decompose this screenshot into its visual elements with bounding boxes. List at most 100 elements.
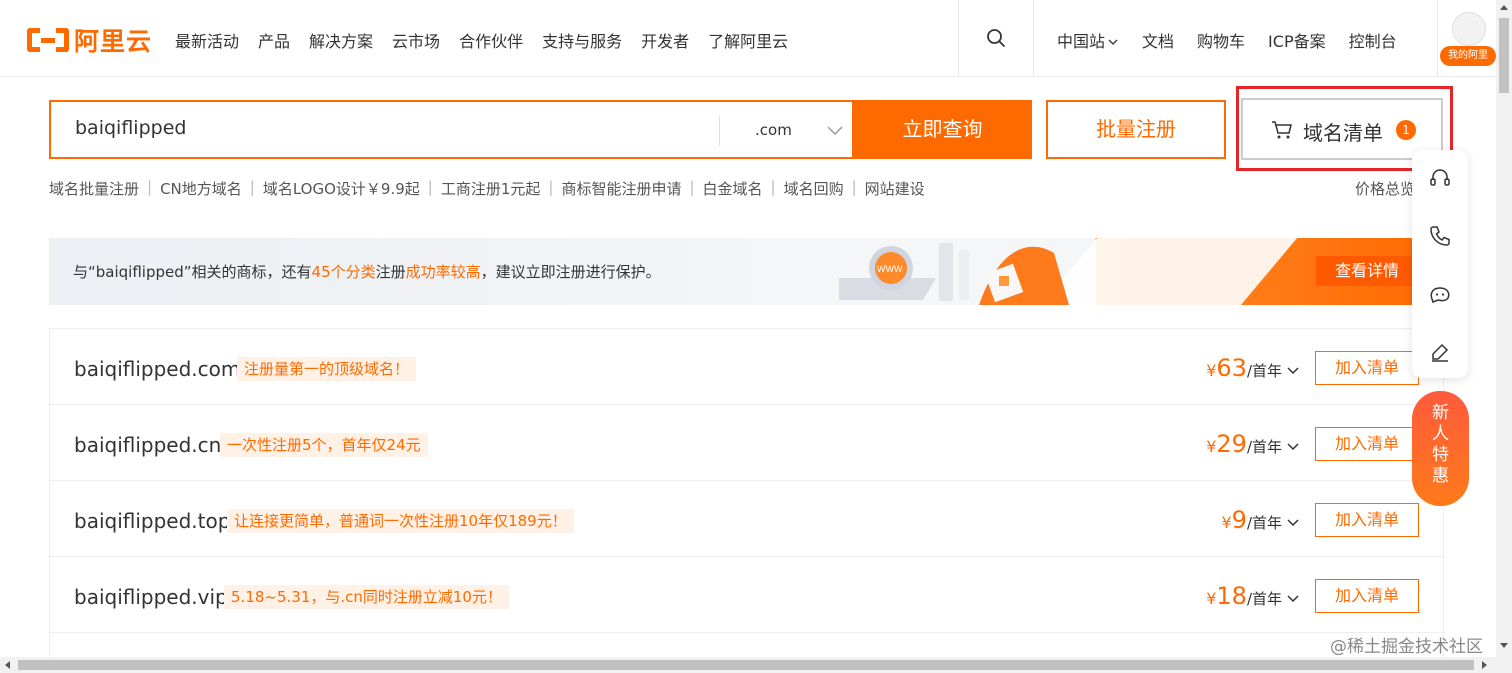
nav-item-docs[interactable]: 文档 — [1142, 28, 1174, 52]
divider — [958, 0, 959, 77]
scroll-up-icon[interactable] — [1500, 4, 1508, 12]
price-unit: /首年 — [1246, 362, 1282, 380]
main-nav: 最新活动 产品 解决方案 云市场 合作伙伴 支持与服务 开发者 了解阿里云 — [175, 28, 807, 52]
view-details-button[interactable]: 查看详情 — [1316, 256, 1418, 286]
link-cn-local[interactable]: CN地方域名 — [160, 178, 242, 199]
domain-row: baiqiflipped.top 让连接更简单，普通词一次性注册10年仅189元… — [50, 481, 1445, 557]
edit-icon[interactable] — [1428, 340, 1452, 364]
promo-tag: 让连接更简单，普通词一次性注册10年仅189元！ — [227, 509, 574, 533]
quick-links: 域名批量注册 | CN地方域名 | 域名LOGO设计￥9.9起 | 工商注册1元起 | … — [49, 178, 925, 199]
link-platinum-domain[interactable]: 白金域名 — [703, 178, 763, 199]
banner-text-part: 与“baiqiflipped”相关的商标，还有 — [73, 263, 312, 281]
domain-results-list: baiqiflipped.com 注册量第一的顶级域名！ ¥63/首年 加入清单… — [49, 328, 1445, 673]
currency: ¥ — [1206, 589, 1217, 608]
domain-price[interactable]: ¥29/首年 — [1206, 430, 1300, 458]
nav-item-cart[interactable]: 购物车 — [1197, 28, 1245, 52]
newbie-offer-label: 新人特惠 — [1432, 403, 1449, 486]
promo-tag: 一次性注册5个，首年仅24元 — [220, 433, 428, 457]
trademark-banner[interactable]: 与“baiqiflipped”相关的商标，还有45个分类注册成功率较高，建议立即… — [49, 238, 1444, 305]
avatar-icon — [1452, 12, 1486, 46]
domain-name: baiqiflipped.top — [74, 509, 231, 533]
currency: ¥ — [1221, 513, 1232, 532]
chevron-down-icon — [1287, 595, 1299, 603]
price-unit: /首年 — [1246, 438, 1282, 456]
logo-icon — [27, 26, 69, 54]
scroll-thumb[interactable] — [18, 660, 1474, 670]
link-website-build[interactable]: 网站建设 — [865, 178, 925, 199]
domain-price[interactable]: ¥18/首年 — [1206, 582, 1300, 610]
phone-icon[interactable] — [1428, 224, 1452, 248]
headset-icon[interactable] — [1428, 166, 1452, 190]
logo-text: 阿里云 — [74, 27, 153, 56]
price-overview-link[interactable]: 价格总览 — [1355, 178, 1413, 199]
domain-list-label: 域名清单 — [1303, 121, 1383, 145]
divider — [1033, 0, 1034, 77]
vertical-scrollbar[interactable] — [1496, 0, 1512, 657]
nav-item-activities[interactable]: 最新活动 — [175, 28, 239, 52]
banner-decoration — [1040, 238, 1298, 305]
user-avatar[interactable]: 我的阿里 — [1440, 8, 1496, 68]
query-button[interactable]: 立即查询 — [853, 100, 1032, 159]
link-batch-register[interactable]: 域名批量注册 — [49, 178, 139, 199]
divider: | — [689, 178, 695, 196]
scroll-down-icon[interactable] — [1500, 641, 1508, 649]
nav-item-about[interactable]: 了解阿里云 — [708, 28, 788, 52]
domain-list-button[interactable]: 域名清单 1 — [1241, 98, 1443, 160]
currency: ¥ — [1206, 437, 1217, 456]
search-icon[interactable] — [986, 28, 1006, 48]
domain-row: baiqiflipped.vip 5.18~5.31，与.cn同时注册立减10元… — [50, 557, 1445, 633]
chevron-down-icon — [1108, 39, 1118, 45]
chevron-down-icon — [1287, 367, 1299, 375]
nav-item-icp[interactable]: ICP备案 — [1268, 28, 1326, 52]
link-business-register[interactable]: 工商注册1元起 — [441, 178, 541, 199]
scroll-thumb[interactable] — [1499, 18, 1509, 93]
domain-name: baiqiflipped.cn — [74, 433, 222, 457]
divider: | — [548, 178, 554, 196]
add-to-list-button[interactable]: 加入清单 — [1315, 503, 1419, 537]
floating-toolbar — [1412, 150, 1468, 378]
domain-search-input[interactable]: baiqiflipped — [75, 117, 186, 139]
suffix-select[interactable]: .com — [755, 121, 792, 139]
add-to-list-button[interactable]: 加入清单 — [1315, 579, 1419, 613]
nav-item-support[interactable]: 支持与服务 — [542, 28, 622, 52]
chevron-down-icon[interactable] — [826, 120, 844, 140]
newbie-offer-button[interactable]: 新人特惠 — [1412, 391, 1469, 506]
domain-price[interactable]: ¥9/首年 — [1221, 506, 1300, 534]
scroll-right-icon[interactable] — [1480, 661, 1488, 669]
domain-name: baiqiflipped.com — [74, 357, 241, 381]
link-domain-buyback[interactable]: 域名回购 — [784, 178, 844, 199]
domain-price[interactable]: ¥63/首年 — [1206, 354, 1300, 382]
watermark: @稀土掘金技术社区 — [1330, 637, 1483, 657]
nav-item-site[interactable]: 中国站 — [1057, 28, 1119, 52]
link-trademark[interactable]: 商标智能注册申请 — [561, 178, 681, 199]
cart-icon — [1272, 121, 1292, 139]
price-unit: /首年 — [1246, 590, 1282, 608]
add-to-list-button[interactable]: 加入清单 — [1315, 427, 1419, 461]
promo-tag: 注册量第一的顶级域名！ — [237, 357, 417, 381]
divider: | — [249, 178, 255, 196]
chat-icon[interactable] — [1428, 282, 1452, 306]
domain-search-box[interactable]: baiqiflipped .com — [49, 100, 854, 159]
nav-item-developers[interactable]: 开发者 — [641, 28, 689, 52]
add-to-list-button[interactable]: 加入清单 — [1315, 351, 1419, 385]
nav-item-marketplace[interactable]: 云市场 — [392, 28, 440, 52]
nav-item-console[interactable]: 控制台 — [1349, 28, 1397, 52]
nav-item-partners[interactable]: 合作伙伴 — [459, 28, 523, 52]
divider — [719, 116, 720, 146]
divider: | — [770, 178, 776, 196]
banner-art-label: WWW — [877, 264, 903, 274]
aliyun-logo[interactable]: 阿里云 — [27, 22, 152, 58]
horizontal-scrollbar[interactable] — [0, 657, 1512, 673]
divider — [1437, 0, 1438, 77]
price-unit: /首年 — [1246, 514, 1282, 532]
link-logo-design[interactable]: 域名LOGO设计￥9.9起 — [263, 178, 420, 199]
banner-text-part: 注册 — [375, 263, 406, 281]
domain-row: baiqiflipped.com 注册量第一的顶级域名！ ¥63/首年 加入清单 — [50, 329, 1445, 405]
batch-register-button[interactable]: 批量注册 — [1046, 100, 1226, 159]
divider: | — [427, 178, 433, 196]
currency: ¥ — [1206, 361, 1217, 380]
banner-text-part: ，建议立即注册进行保护。 — [480, 263, 661, 281]
nav-item-solutions[interactable]: 解决方案 — [309, 28, 373, 52]
scroll-left-icon[interactable] — [4, 661, 12, 669]
nav-item-products[interactable]: 产品 — [258, 28, 290, 52]
